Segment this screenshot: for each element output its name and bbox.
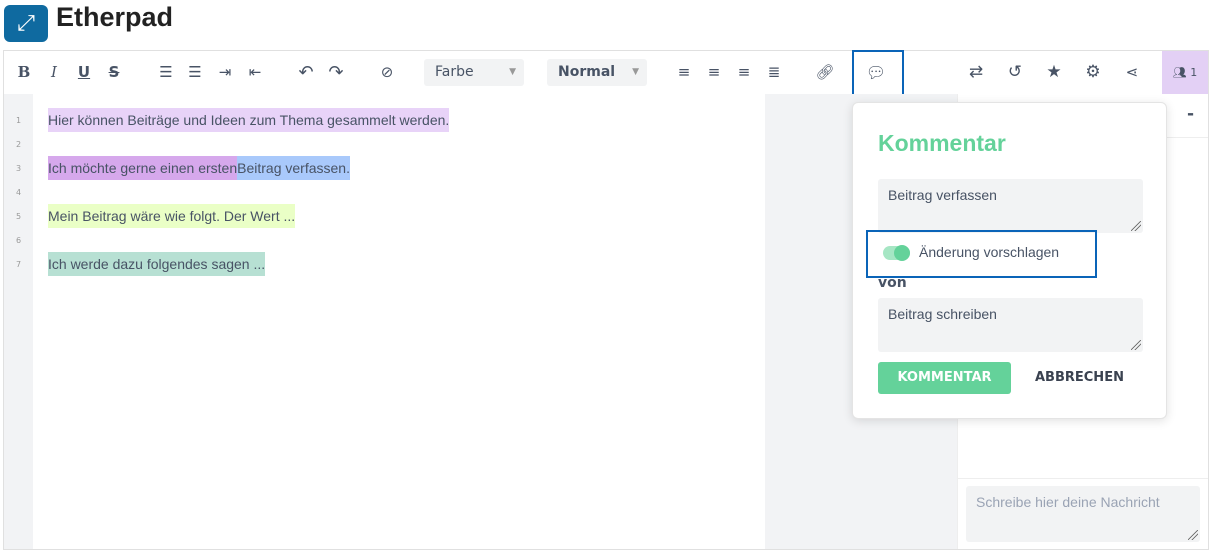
italic-button[interactable]: I [42,51,66,94]
editor-line[interactable]: Ich werde dazu folgendes sagen ... [48,252,266,276]
align-justify-icon[interactable]: ≣ [762,51,786,94]
highlight-frame [852,50,904,97]
indent-icon[interactable]: ⇥ [213,51,237,94]
users-icon: 👥︎ [1172,66,1187,79]
cancel-button[interactable]: ABBRECHEN [1035,362,1124,394]
align-center-icon[interactable]: ≡ [702,51,726,94]
editor-line[interactable]: Hier können Beiträge und Ideen zum Thema… [48,108,450,132]
chat-minimize-button[interactable]: - [1187,104,1194,124]
etherpad-logo[interactable]: ⤢ [4,5,48,42]
chevron-down-icon: ▼ [632,67,639,77]
eye-slash-icon[interactable]: ⊘ [375,51,399,94]
share-icon[interactable]: ⋖ [1120,51,1144,94]
chevron-down-icon: ▼ [509,67,516,77]
star-icon[interactable]: ★ [1042,51,1066,94]
app-title: Etherpad [56,2,174,32]
link-icon[interactable]: 🔗︎ [813,51,837,94]
editor-line[interactable]: Mein Beitrag wäre wie folgt. Der Wert ..… [48,204,296,228]
history-icon[interactable]: ↺ [1003,51,1027,94]
unordered-list-icon[interactable]: ☰ [183,51,207,94]
outdent-icon[interactable]: ⇤ [243,51,267,94]
comment-textarea[interactable]: Beitrag verfassen [878,179,1143,233]
users-button[interactable]: 👥︎ 1 [1162,51,1208,94]
timeslider-swap-icon[interactable]: ⇄ [964,51,988,94]
settings-gear-icon[interactable]: ⚙ [1081,51,1105,94]
comment-title: Kommentar [878,130,1006,156]
highlight-frame [866,230,1097,278]
align-right-icon[interactable]: ≡ [732,51,756,94]
align-left-icon[interactable]: ≡ [672,51,696,94]
expand-arrows-icon: ⤢ [17,11,35,36]
bold-button[interactable]: B [12,51,36,94]
line-numbers: 1 2 3 4 5 6 7 [4,94,33,549]
editor-line[interactable]: Ich möchte gerne einen ersten Beitrag ve… [48,156,350,180]
ordered-list-icon[interactable]: ☰ [154,51,178,94]
toolbar: B I U S ☰ ☰ ⇥ ⇤ ↶ ↷ ⊘ Farbe ▼ Normal ▼ ≡ ≡… [4,51,1208,94]
underline-button[interactable]: U [72,51,96,94]
undo-icon[interactable]: ↶ [294,51,318,94]
submit-comment-button[interactable]: KOMMENTAR [878,362,1011,394]
suggestion-textarea[interactable]: Beitrag schreiben [878,298,1143,352]
color-select[interactable]: Farbe ▼ [424,59,524,86]
redo-icon[interactable]: ↷ [324,51,348,94]
style-select[interactable]: Normal ▼ [547,59,647,86]
strikethrough-button[interactable]: S [102,51,126,94]
chat-message-input[interactable]: Schreibe hier deine Nachricht [966,486,1200,542]
